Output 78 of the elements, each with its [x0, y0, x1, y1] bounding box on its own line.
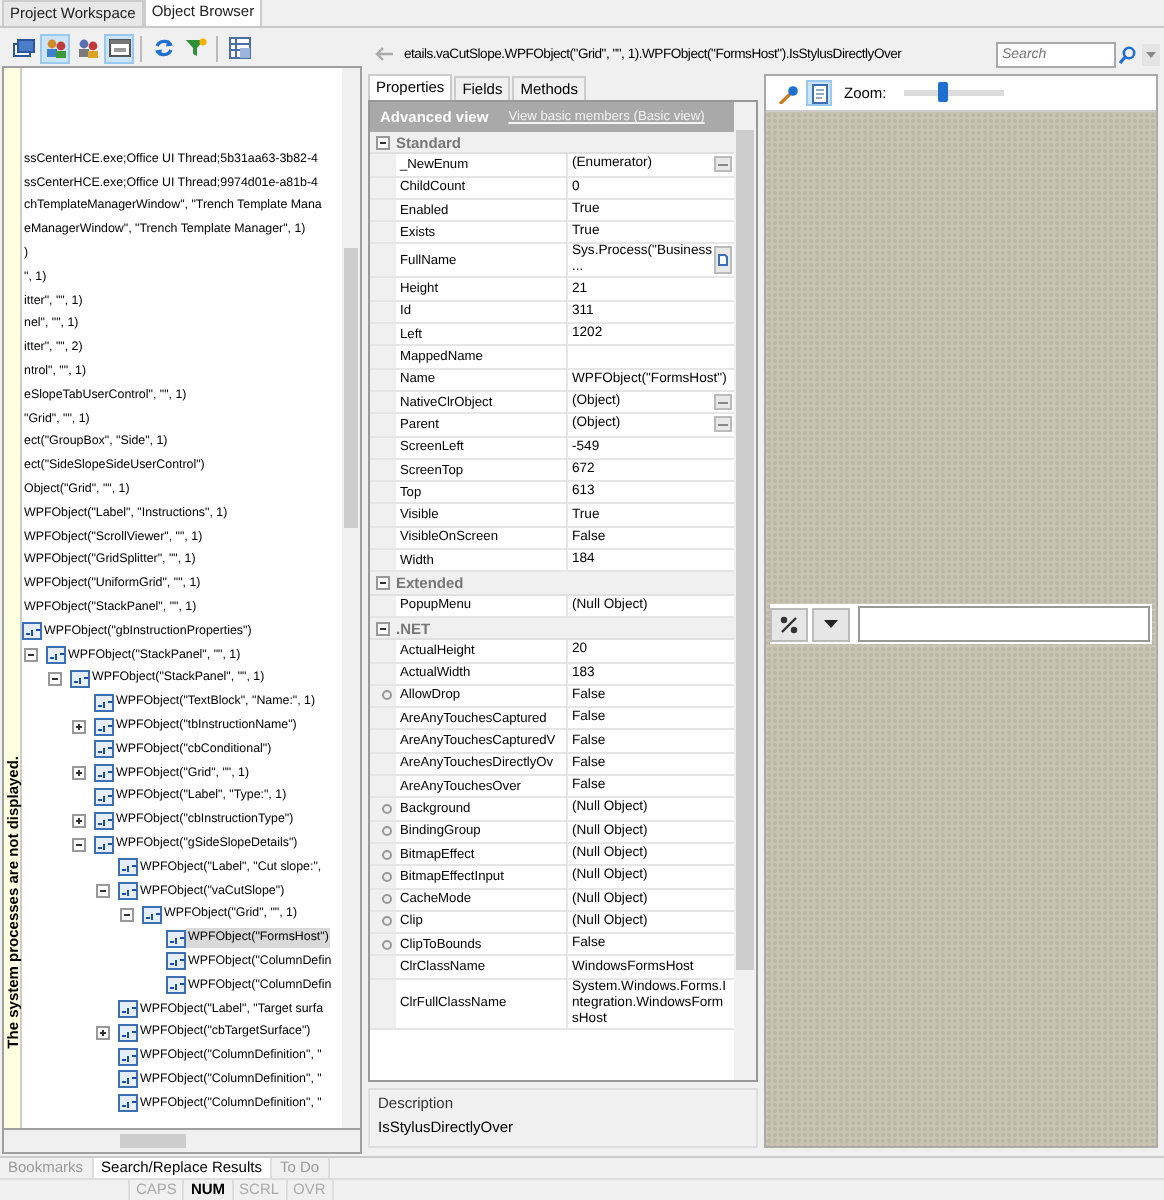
- object-icon: [94, 693, 114, 712]
- object-icon: [118, 1070, 138, 1089]
- text-field[interactable]: [858, 606, 1150, 642]
- caret-icon: [1146, 51, 1156, 57]
- users-icon: [43, 36, 67, 60]
- expand-toggle[interactable]: [96, 1025, 110, 1040]
- dash-icon: [718, 163, 728, 166]
- property-marker: [382, 690, 392, 701]
- property-marker: [382, 916, 392, 927]
- picker-button[interactable]: [774, 80, 800, 106]
- windows-button[interactable]: [8, 33, 38, 63]
- expand-toggle[interactable]: [24, 648, 38, 663]
- property-marker: [382, 894, 392, 905]
- property-marker: [382, 826, 392, 837]
- document-icon: [718, 254, 728, 267]
- property-marker: [382, 849, 392, 860]
- expand-toggle[interactable]: [120, 907, 134, 922]
- percent-button[interactable]: [770, 607, 808, 641]
- dash-icon: [718, 401, 728, 404]
- horizontal-scrollbar[interactable]: [2, 1130, 362, 1154]
- ellipsis-button[interactable]: [714, 156, 732, 173]
- expand-toggle[interactable]: [72, 813, 86, 828]
- expand-toggle[interactable]: [48, 671, 62, 686]
- object-icon: [94, 764, 114, 783]
- filter-icon: [183, 36, 207, 60]
- property-marker: [382, 871, 392, 882]
- object-icon: [46, 646, 66, 665]
- grid-icon: [227, 36, 251, 60]
- dropdown-button[interactable]: [812, 607, 850, 641]
- search-icon[interactable]: [1118, 45, 1136, 63]
- page-icon: [809, 83, 829, 103]
- object-icon: [118, 882, 138, 901]
- object-icon: [166, 976, 186, 995]
- object-icon: [94, 717, 114, 736]
- object-icon: [118, 1094, 138, 1113]
- ellipsis-button[interactable]: [714, 416, 732, 433]
- vertical-scrollbar[interactable]: [734, 102, 756, 1080]
- object-icon: [70, 669, 90, 688]
- object-icon: [94, 835, 114, 853]
- users-button[interactable]: [40, 33, 70, 63]
- users-icon: [75, 36, 99, 60]
- object-icon: [118, 1023, 138, 1042]
- window-icon: [107, 36, 131, 60]
- object-icon: [118, 858, 138, 877]
- object-icon: [94, 787, 114, 806]
- grid-button[interactable]: [224, 33, 254, 63]
- expand-toggle[interactable]: [72, 837, 86, 851]
- object-icon: [166, 952, 186, 971]
- document-button[interactable]: [714, 246, 732, 275]
- object-icon: [118, 1000, 138, 1019]
- slider-thumb[interactable]: [938, 82, 949, 102]
- picker-icon: [777, 83, 797, 103]
- scrollbar-thumb[interactable]: [736, 130, 754, 970]
- expand-toggle[interactable]: [72, 719, 86, 734]
- expand-toggle[interactable]: [376, 135, 390, 150]
- scrollbar-thumb[interactable]: [120, 1134, 186, 1148]
- object-icon: [94, 740, 114, 759]
- vertical-scrollbar[interactable]: [342, 68, 360, 1128]
- object-icon: [166, 929, 186, 948]
- caret-icon: [824, 620, 838, 628]
- dash-icon: [718, 423, 728, 426]
- expand-toggle[interactable]: [72, 766, 86, 781]
- expand-toggle[interactable]: [376, 621, 390, 636]
- object-icon: [142, 905, 162, 924]
- object-icon: [22, 622, 42, 641]
- ellipsis-button[interactable]: [714, 394, 732, 411]
- property-marker: [382, 939, 392, 950]
- window-button[interactable]: [104, 33, 134, 63]
- page-button[interactable]: [806, 80, 832, 106]
- windows-icon: [11, 36, 35, 60]
- object-icon: [118, 1047, 138, 1066]
- scrollbar-thumb[interactable]: [344, 248, 358, 528]
- property-marker: [382, 803, 392, 814]
- expand-toggle[interactable]: [376, 575, 390, 590]
- refresh-icon: [151, 36, 175, 60]
- expand-toggle[interactable]: [96, 884, 110, 899]
- percent-icon: [780, 615, 798, 633]
- object-icon: [94, 811, 114, 830]
